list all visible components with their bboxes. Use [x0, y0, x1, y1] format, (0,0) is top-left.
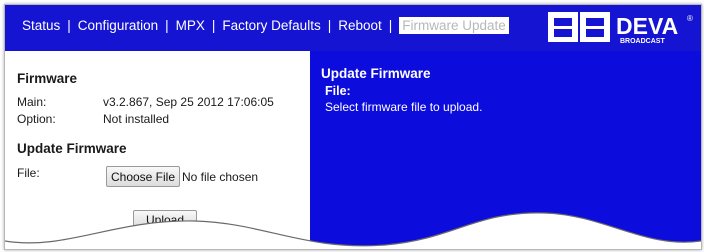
window-frame: Status | Configuration | MPX | Factory Default… [4, 4, 702, 250]
torn-edge-decoration [5, 212, 701, 249]
